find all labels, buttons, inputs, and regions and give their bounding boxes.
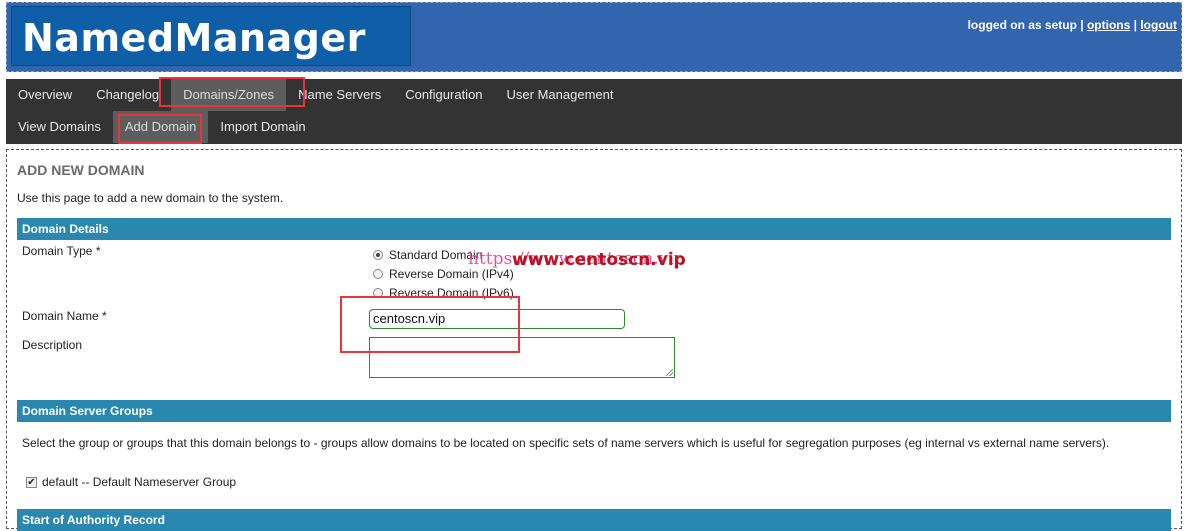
nav-item-user-management[interactable]: User Management <box>495 79 626 111</box>
group-label: default -- Default Nameserver Group <box>42 475 237 489</box>
nav-item-overview[interactable]: Overview <box>6 79 84 111</box>
radio-standard-domain[interactable]: Standard Domain <box>373 248 482 262</box>
options-link[interactable]: options <box>1087 18 1130 32</box>
checkbox-checked-icon[interactable]: ✔ <box>26 476 37 488</box>
nav-item-domains-zones[interactable]: Domains/Zones <box>171 79 287 111</box>
section-domain-server-groups: Domain Server Groups <box>17 400 1171 422</box>
radio-reverse-ipv6[interactable]: Reverse Domain (IPv6) <box>373 286 514 300</box>
nav-sub-row: View Domains Add Domain Import Domain <box>6 111 318 143</box>
app-header: NamedManager logged on as setup | option… <box>6 2 1182 72</box>
resize-grip-icon[interactable] <box>666 369 673 376</box>
app-logo: NamedManager <box>11 6 411 66</box>
radio-reverse-ipv4[interactable]: Reverse Domain (IPv4) <box>373 267 514 281</box>
radio-button[interactable] <box>373 288 383 298</box>
radio-label: Reverse Domain (IPv6) <box>389 286 514 300</box>
subnav-item-import-domain[interactable]: Import Domain <box>208 111 317 143</box>
app-title: NamedManager <box>22 16 366 60</box>
group-default-checkbox-row[interactable]: ✔ default -- Default Nameserver Group <box>26 475 236 489</box>
user-bar: logged on as setup | options | logout <box>968 18 1177 32</box>
description-textarea[interactable] <box>369 337 675 378</box>
domain-name-input[interactable]: centoscn.vip <box>369 309 625 329</box>
logged-on-text: logged on as setup <box>967 18 1077 32</box>
nav-item-configuration[interactable]: Configuration <box>393 79 494 111</box>
subnav-item-add-domain[interactable]: Add Domain <box>112 111 209 143</box>
nav-item-name-servers[interactable]: Name Servers <box>286 79 393 111</box>
separator: | <box>1133 18 1137 32</box>
server-groups-description: Select the group or groups that this dom… <box>22 436 1110 450</box>
section-domain-details: Domain Details <box>17 218 1171 240</box>
main-nav: Overview Changelog Domains/Zones Name Se… <box>6 79 1182 144</box>
watermark-text-bold: www.centoscn.vip <box>512 250 686 270</box>
domain-type-label: Domain Type * <box>22 244 101 258</box>
separator: | <box>1080 18 1084 32</box>
domain-name-label: Domain Name * <box>22 309 107 323</box>
radio-button[interactable] <box>373 269 383 279</box>
nav-item-changelog[interactable]: Changelog <box>84 79 171 111</box>
logout-link[interactable]: logout <box>1140 18 1177 32</box>
radio-button[interactable] <box>373 250 383 260</box>
page-description: Use this page to add a new domain to the… <box>17 191 284 205</box>
description-label: Description <box>22 338 83 352</box>
nav-top-row: Overview Changelog Domains/Zones Name Se… <box>6 79 625 111</box>
radio-label: Reverse Domain (IPv4) <box>389 267 514 281</box>
content-panel: ADD NEW DOMAIN Use this page to add a ne… <box>6 149 1182 531</box>
section-soa-record: Start of Authority Record <box>17 509 1171 531</box>
subnav-item-view-domains[interactable]: View Domains <box>6 111 113 143</box>
page-title: ADD NEW DOMAIN <box>17 162 145 178</box>
